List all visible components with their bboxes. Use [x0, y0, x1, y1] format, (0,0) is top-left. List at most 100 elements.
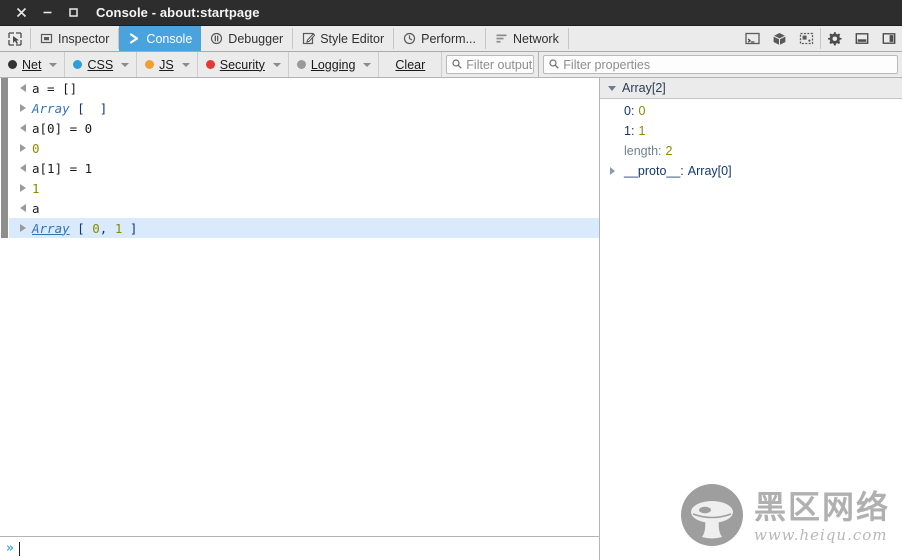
object-property-row[interactable]: 0: 0	[600, 101, 902, 121]
tab-network[interactable]: Network	[486, 26, 568, 51]
output-arrow-icon	[14, 184, 32, 192]
console-input-row[interactable]: a	[9, 198, 599, 218]
object-inspector-header[interactable]: Array[2]	[600, 78, 902, 99]
triangle-right-icon	[20, 144, 26, 152]
console-token: 0	[92, 220, 100, 236]
console-output-row[interactable]: Array [ 0, 1 ]	[9, 218, 599, 238]
input-arrow-icon	[14, 84, 32, 92]
console-token: 0	[32, 140, 40, 156]
tab-performance[interactable]: Perform...	[394, 26, 485, 51]
tab-inspector[interactable]: Inspector	[31, 26, 118, 51]
devtools-window: Console - about:startpage Inspector Cons…	[0, 0, 902, 560]
console-output[interactable]: a = [] Array [ ] a[0] = 0 0 a[1] = 1 1 a Array …	[0, 78, 599, 536]
console-scrollbar[interactable]	[0, 78, 9, 536]
chevron-down-icon[interactable]	[181, 62, 190, 67]
tab-style-editor[interactable]: Style Editor	[293, 26, 393, 51]
property-value: Array[0]	[687, 164, 732, 178]
tab-network-label: Network	[513, 31, 559, 46]
property-name: 1:	[624, 124, 635, 138]
search-icon	[549, 58, 560, 72]
output-arrow-icon	[14, 144, 32, 152]
console-token: ,	[99, 220, 115, 236]
triangle-left-icon	[20, 124, 26, 132]
chevron-right-icon[interactable]	[610, 167, 615, 175]
minimize-icon[interactable]	[34, 2, 60, 24]
console-input-row[interactable]: a[0] = 0	[9, 118, 599, 138]
toolbar-tool-buttons	[739, 26, 902, 51]
chevron-down-icon[interactable]	[121, 62, 130, 67]
prompt-chevron-icon: »	[6, 541, 14, 556]
console-row-text: Array [ ]	[32, 101, 107, 116]
triangle-left-icon	[20, 164, 26, 172]
properties-filter-wrap: Filter properties	[538, 52, 902, 77]
console-scrollbar-thumb[interactable]	[1, 78, 8, 238]
tab-console[interactable]: Console	[119, 26, 202, 51]
devtools-body: a = [] Array [ ] a[0] = 0 0 a[1] = 1 1 a Array …	[0, 78, 902, 560]
filter-js-label: JS	[159, 57, 174, 72]
watermark-url: www.heiqu.com	[753, 526, 888, 544]
chevron-down-icon[interactable]	[49, 62, 58, 67]
chevron-down-icon[interactable]	[272, 62, 281, 67]
console-output-row[interactable]: 0	[9, 138, 599, 158]
watermark: 黑区网络 www.heiqu.com	[680, 483, 890, 552]
settings-gear-icon[interactable]	[821, 26, 848, 51]
3d-view-cube-icon[interactable]	[766, 26, 793, 51]
chevron-down-icon[interactable]	[608, 85, 616, 91]
input-arrow-icon	[14, 204, 32, 212]
console-filter-wrap: Filter output	[442, 52, 538, 77]
object-property-row[interactable]: __proto__: Array[0]	[600, 161, 902, 181]
property-value: 0	[638, 104, 646, 118]
console-filter-bar: Net CSS JS Security Logging Clear Filter…	[0, 52, 902, 78]
filter-logging[interactable]: Logging	[289, 52, 380, 77]
console-row-text: a[1] = 1	[32, 160, 93, 176]
console-pane: a = [] Array [ ] a[0] = 0 0 a[1] = 1 1 a Array …	[0, 78, 600, 560]
filter-net-label: Net	[22, 57, 42, 72]
console-filter-input[interactable]: Filter output	[446, 55, 535, 74]
property-name: length:	[624, 144, 662, 158]
responsive-design-icon[interactable]	[793, 26, 820, 51]
input-arrow-icon	[14, 124, 32, 132]
console-input-row[interactable]: a = []	[9, 78, 599, 98]
inspector-icon	[40, 32, 53, 45]
logging-dot-icon	[296, 60, 306, 69]
element-picker-icon[interactable]	[0, 26, 30, 51]
maximize-icon[interactable]	[60, 2, 86, 24]
property-value: 1	[638, 124, 646, 138]
console-chevron-icon	[128, 32, 141, 45]
console-command-line[interactable]: »	[0, 536, 599, 560]
console-token: Array	[32, 220, 70, 236]
dock-side-icon[interactable]	[875, 26, 902, 51]
console-input-row[interactable]: a[1] = 1	[9, 158, 599, 178]
property-name: 0:	[624, 104, 635, 118]
tab-inspector-label: Inspector	[58, 31, 110, 46]
object-property-row[interactable]: 1: 1	[600, 121, 902, 141]
chevron-down-icon[interactable]	[363, 62, 372, 67]
output-arrow-icon	[14, 224, 32, 232]
filter-css[interactable]: CSS	[65, 52, 138, 77]
triangle-left-icon	[20, 204, 26, 212]
console-output-row[interactable]: Array [ ]	[9, 98, 599, 118]
text-caret	[18, 541, 20, 556]
scratchpad-icon[interactable]	[739, 26, 766, 51]
console-row-text: 0	[32, 141, 40, 156]
tab-debugger[interactable]: Debugger	[201, 26, 292, 51]
filter-security[interactable]: Security	[198, 52, 289, 77]
filter-js[interactable]: JS	[137, 52, 198, 77]
dock-bottom-icon[interactable]	[848, 26, 875, 51]
object-inspector-title: Array[2]	[622, 81, 666, 95]
tab-console-label: Console	[146, 31, 193, 46]
tab-performance-label: Perform...	[421, 31, 476, 46]
close-icon[interactable]	[8, 2, 34, 24]
properties-filter-input[interactable]: Filter properties	[543, 55, 898, 74]
net-dot-icon	[8, 60, 17, 69]
filter-net[interactable]: Net	[0, 52, 66, 77]
object-property-row[interactable]: length: 2	[600, 141, 902, 161]
object-property-list: 0: 0 1: 1 length: 2 __proto__: Array[0]	[600, 99, 902, 181]
security-dot-icon	[205, 60, 215, 69]
output-arrow-icon	[14, 104, 32, 112]
console-output-row[interactable]: 1	[9, 178, 599, 198]
property-twisty-slot[interactable]	[610, 167, 624, 175]
watermark-text: 黑区网络 www.heiqu.com	[754, 491, 890, 544]
triangle-right-icon	[20, 104, 26, 112]
clear-button[interactable]: Clear	[379, 52, 443, 77]
